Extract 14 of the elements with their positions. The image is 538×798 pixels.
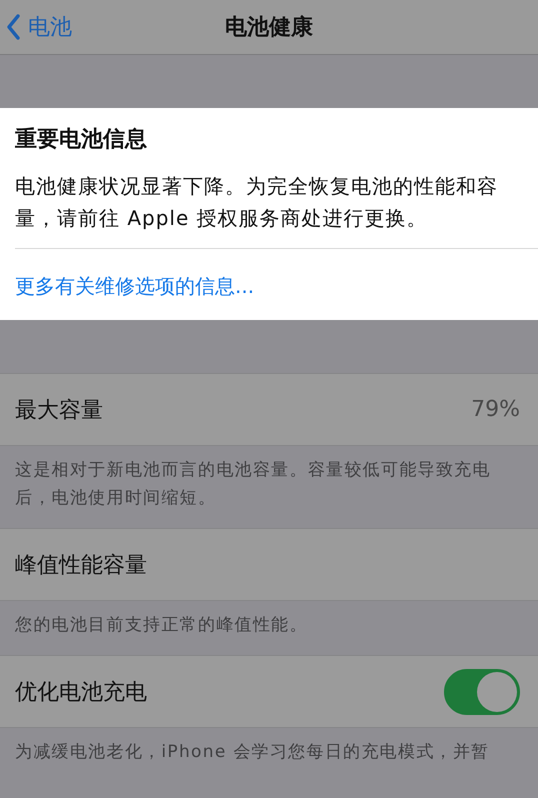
alert-message: 电池健康状况显著下降。为完全恢复电池的性能和容量，请前往 Apple 授权服务商处进行更换。	[15, 173, 499, 232]
row-footnote: 这是相对于新电池而言的电池容量。容量较低可能导致充电后，电池使用时间缩短。	[14, 459, 492, 510]
toggle-switch[interactable]	[444, 668, 520, 714]
back-button[interactable]: 电池	[0, 12, 72, 42]
row-value: 79%	[471, 397, 520, 422]
row-label: 最大容量	[15, 396, 103, 424]
repair-info-link[interactable]: 更多有关维修选项的信息...	[15, 273, 254, 300]
row-footnote: 您的电池目前支持正常的峰值性能。	[14, 614, 309, 637]
row-label: 峰值性能容量	[15, 552, 147, 580]
back-chevron-icon	[6, 14, 20, 40]
row-footnote: 为减缓电池老化，iPhone 会学习您每日的充电模式，并暂	[14, 741, 490, 764]
row-label: 优化电池充电	[15, 678, 147, 706]
page-title: 电池健康	[224, 14, 314, 42]
alert-title: 重要电池信息	[15, 126, 148, 154]
